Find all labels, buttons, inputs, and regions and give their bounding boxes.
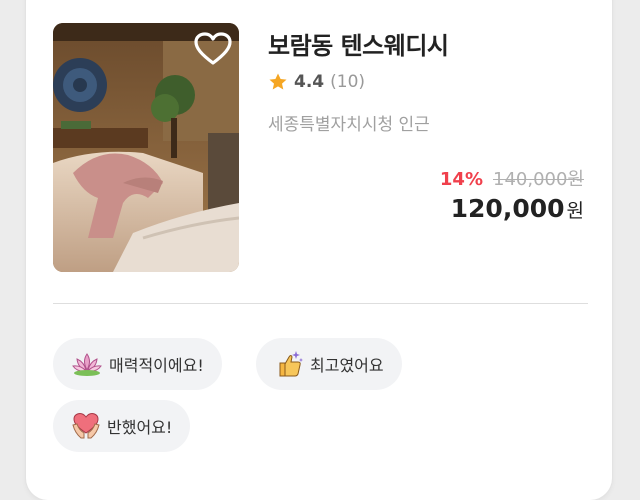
heart-hands-icon <box>72 412 100 439</box>
rating-row: 4.4 (10) <box>268 70 365 94</box>
divider <box>53 303 588 304</box>
reaction-chip-best[interactable]: 최고였어요 <box>256 338 402 390</box>
reaction-chip-fell-for-it[interactable]: 반했어요! <box>53 400 191 452</box>
star-icon <box>269 73 287 90</box>
favorite-heart-icon[interactable] <box>193 31 233 67</box>
sale-price: 120,000 <box>450 194 565 223</box>
review-count: (10) <box>330 72 366 92</box>
thumbs-up-sparkle-icon <box>279 351 303 377</box>
reaction-label: 매력적이에요! <box>109 356 204 375</box>
currency-label: 원 <box>566 200 584 222</box>
rating-score: 4.4 <box>294 72 325 92</box>
discount-badge: 14% <box>439 169 483 190</box>
reaction-label: 최고였어요 <box>310 356 384 375</box>
location-text: 세종특별자치시청 인근 <box>268 115 430 135</box>
original-price: 140,000원 <box>493 169 584 190</box>
lotus-icon <box>72 353 102 376</box>
discount-row: 14% 140,000원 <box>440 165 584 191</box>
listing-title[interactable]: 보람동 텐스웨디시 <box>268 26 449 61</box>
reaction-chip-attractive[interactable]: 매력적이에요! <box>53 338 222 390</box>
price-row: 120,000 원 <box>451 194 584 223</box>
reaction-label: 반했어요! <box>107 418 173 437</box>
